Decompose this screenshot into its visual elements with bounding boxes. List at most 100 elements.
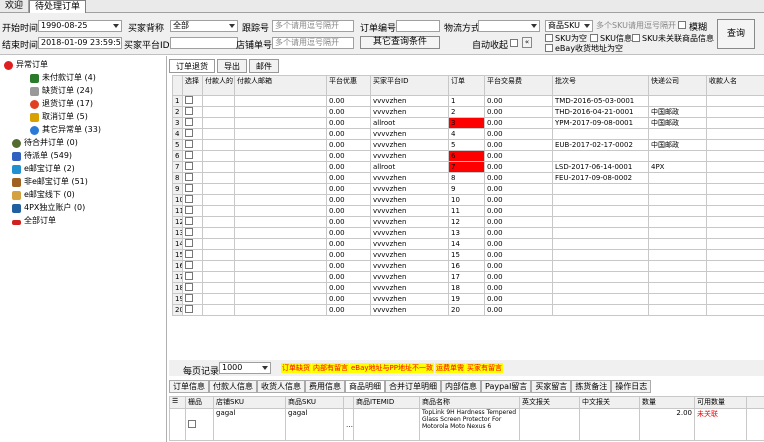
row-select[interactable] (182, 183, 203, 195)
header-platform-discount[interactable]: 平台优惠 (326, 75, 371, 96)
table-row[interactable]: 150.00vvvvzhen150.00 (172, 249, 764, 261)
row-checkbox[interactable] (185, 272, 193, 280)
row-select[interactable] (182, 205, 203, 217)
sku-unlinked-checkbox[interactable] (632, 34, 640, 42)
header-courier[interactable]: 快递公司 (648, 75, 707, 96)
table-row[interactable]: 120.00vvvvzhen120.00 (172, 216, 764, 228)
tree-item-to-merge[interactable]: 待合并订单 (0) (12, 137, 78, 149)
tab-operation-log[interactable]: 操作日志 (611, 380, 652, 393)
table-row[interactable]: 4 0.00 vvvvzhen 4 0.00 (172, 128, 764, 140)
row-select[interactable] (182, 227, 203, 239)
fuzzy-checkbox[interactable] (678, 21, 686, 29)
tab-export[interactable]: 导出 (217, 59, 247, 73)
table-row[interactable]: 160.00vvvvzhen160.00 (172, 260, 764, 272)
tab-email[interactable]: 邮件 (249, 59, 279, 73)
tree-item-other-exceptions[interactable]: 其它异常单 (33) (30, 124, 101, 136)
table-row[interactable]: 130.00vvvvzhen130.00 (172, 227, 764, 239)
end-time-input[interactable]: 2018-01-09 23:59:5 (38, 37, 122, 49)
row-select[interactable] (182, 194, 203, 206)
header-order[interactable]: 订单 (448, 75, 485, 96)
tree-item-all-orders[interactable]: 全部订单 (12, 215, 56, 227)
table-row[interactable]: 200.00vvvvzhen200.00 (172, 304, 764, 316)
tree-item-cancelled[interactable]: 取消订单 (5) (30, 111, 88, 123)
row-checkbox[interactable] (185, 107, 193, 115)
table-row[interactable]: 3 0.00 allroot 3 0.00 YPM-2017-09-08-0001 中国邮政 (172, 117, 764, 129)
tree-item-out-of-stock[interactable]: 缺货订单 (24) (30, 85, 93, 97)
tab-welcome[interactable]: 欢迎 (0, 0, 30, 13)
row-checkbox[interactable] (185, 173, 193, 181)
row-checkbox[interactable] (185, 118, 193, 126)
row-checkbox[interactable] (185, 96, 193, 104)
table-row[interactable]: 7 0.00 allroot 7 0.00 LSD-2017-06-14-0001 4PX (172, 161, 764, 173)
query-button[interactable]: 查询 (717, 19, 755, 49)
ebay-address-checkbox[interactable] (545, 44, 553, 52)
table-row[interactable]: 1 0.00 vvvvzhen 1 0.00 TMD-2016-05-03-0001 (172, 95, 764, 107)
row-select[interactable] (182, 282, 203, 294)
row-checkbox[interactable] (185, 239, 193, 247)
row-select[interactable] (182, 117, 203, 129)
table-row[interactable]: 9 0.00 vvvvzhen 9 0.00 (172, 183, 764, 195)
row-checkbox[interactable] (185, 294, 193, 302)
tree-item-non-eub[interactable]: 非e邮宝订单 (51) (12, 176, 88, 188)
detail-row[interactable]: gagal gagal … TopLink 9H Hardness Temper… (169, 408, 764, 441)
tab-paypal-message[interactable]: Paypal留言 (481, 380, 532, 393)
sku-multi-checkbox[interactable] (590, 34, 598, 42)
per-page-select[interactable]: 1000 (219, 362, 271, 374)
tree-item-4px[interactable]: 4PX独立账户 (0) (12, 202, 85, 214)
row-select[interactable] (182, 216, 203, 228)
row-checkbox[interactable] (185, 195, 193, 203)
tree-item-exceptions[interactable]: 异常订单 (4, 59, 48, 71)
row-checkbox[interactable] (185, 250, 193, 258)
header-recipient[interactable]: 收款人名 (706, 75, 764, 96)
tab-recipient-info[interactable]: 收货人信息 (257, 380, 305, 393)
other-query-button[interactable]: 其它查询条件 (360, 36, 440, 49)
row-checkbox[interactable] (185, 140, 193, 148)
detail-row-checkbox-cell[interactable] (185, 408, 214, 441)
row-select[interactable] (182, 304, 203, 316)
tree-item-eub-offline[interactable]: e邮宝线下 (0) (12, 189, 75, 201)
tab-order-return[interactable]: 订单退货 (169, 59, 215, 73)
row-select[interactable] (182, 238, 203, 250)
row-select[interactable] (182, 128, 203, 140)
header-payer[interactable]: 付款人的 (202, 75, 235, 96)
row-select[interactable] (182, 249, 203, 261)
tree-item-to-dispatch[interactable]: 待派单 (549) (12, 150, 72, 162)
row-select[interactable] (182, 150, 203, 162)
header-batch[interactable]: 批次号 (552, 75, 649, 96)
tracking-input[interactable]: 多个请用逗号隔开 (272, 20, 354, 32)
store-order-input[interactable]: 多个请用逗号隔开 (272, 37, 354, 49)
row-checkbox[interactable] (185, 261, 193, 269)
collapse-chevron-icon[interactable]: « (522, 37, 532, 48)
row-checkbox[interactable] (185, 228, 193, 236)
table-row[interactable]: 6 0.00 vvvvzhen 6 0.00 (172, 150, 764, 162)
tab-payer-info[interactable]: 付款人信息 (209, 380, 257, 393)
tab-internal-info[interactable]: 内部信息 (441, 380, 481, 393)
buyer-name-select[interactable]: 全部 (170, 20, 238, 32)
row-select[interactable] (182, 293, 203, 305)
tab-pending-orders[interactable]: 待处理订单 (29, 0, 87, 13)
tree-item-unpaid[interactable]: 未付款订单 (4) (30, 72, 96, 84)
tab-fee-info[interactable]: 费用信息 (305, 380, 345, 393)
header-buyer-id[interactable]: 买家平台ID (370, 75, 449, 96)
start-time-input[interactable]: 1990-08-25 (38, 20, 122, 32)
table-row[interactable]: 110.00vvvvzhen110.00 (172, 205, 764, 217)
table-row[interactable]: 8 0.00 vvvvzhen 8 0.00 FEU-2017-09-08-0002 (172, 172, 764, 184)
row-select[interactable] (182, 172, 203, 184)
tab-picking-note[interactable]: 拣货备注 (571, 380, 612, 393)
table-row[interactable]: 140.00vvvvzhen140.00 (172, 238, 764, 250)
logistics-select[interactable] (478, 20, 540, 32)
row-checkbox[interactable] (185, 151, 193, 159)
tree-item-returns[interactable]: 退货订单 (17) (30, 98, 93, 110)
table-row[interactable]: 5 0.00 vvvvzhen 5 0.00 EUB-2017-02-17-0002 中国邮… (172, 139, 764, 151)
row-select[interactable] (182, 95, 203, 107)
tab-merge-details[interactable]: 合并订单明细 (385, 380, 441, 393)
order-no-input[interactable] (396, 20, 440, 32)
table-row[interactable]: 180.00vvvvzhen180.00 (172, 282, 764, 294)
header-select[interactable]: 选择 (182, 75, 203, 96)
row-select[interactable] (182, 106, 203, 118)
table-row[interactable]: 2 0.00 vvvvzhen 2 0.00 THD-2016-04-21-0001 中国邮… (172, 106, 764, 118)
detail-sku-picker[interactable]: … (343, 408, 354, 441)
tab-order-info[interactable]: 订单信息 (169, 380, 209, 393)
auto-collapse-checkbox[interactable] (510, 39, 518, 47)
detail-row-checkbox[interactable] (188, 419, 196, 428)
